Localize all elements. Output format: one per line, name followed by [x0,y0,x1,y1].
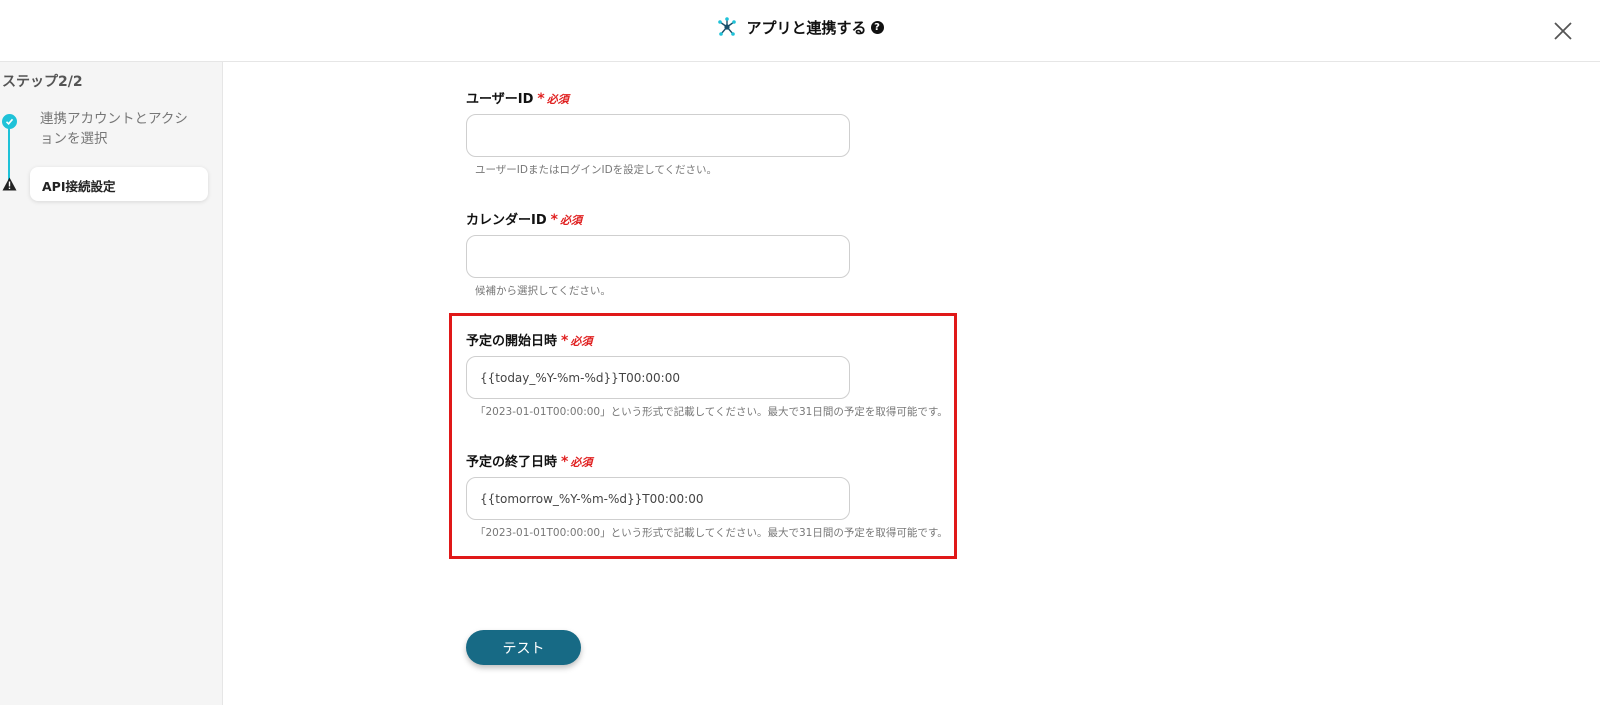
end-datetime-label: 予定の終了日時 * 必須 [466,451,592,470]
user-id-label: ユーザーID * 必須 [466,88,569,107]
required-star: * [537,91,545,107]
test-button[interactable]: テスト [466,630,581,665]
field-label-text: 予定の終了日時 [466,455,558,470]
close-icon [1554,22,1572,40]
required-text: 必須 [570,335,593,348]
step-item-account-action[interactable]: 連携アカウントとアクションを選択 [40,109,200,149]
user-id-help: ユーザーIDまたはログインIDを設定してください。 [475,164,718,176]
required-text: 必須 [570,456,593,469]
step-heading: ステップ2/2 [2,74,83,90]
check-circle-icon [2,114,17,129]
warning-triangle-icon [2,177,17,191]
end-datetime-help: 「2023-01-01T00:00:00」という形式で記載してください。最大で3… [475,527,948,539]
network-nodes-icon [718,17,737,36]
start-datetime-help: 「2023-01-01T00:00:00」という形式で記載してください。最大で3… [475,406,948,418]
close-button[interactable] [1546,14,1580,48]
calendar-id-help: 候補から選択してください。 [475,285,611,297]
user-id-input[interactable] [466,114,850,157]
step-item-api-settings[interactable]: API接続設定 [30,167,208,201]
required-star: * [550,212,558,228]
required-text: 必須 [546,93,569,106]
field-label-text: カレンダーID [466,213,547,228]
field-label-text: ユーザーID [466,92,534,107]
question-circle-icon[interactable]: ? [870,20,884,34]
required-text: 必須 [559,214,582,227]
calendar-id-label: カレンダーID * 必須 [466,209,582,228]
header-title-group: アプリと連携する ? [0,16,1600,38]
field-label-text: 予定の開始日時 [466,334,558,349]
start-datetime-input[interactable] [466,356,850,399]
highlight-box [449,313,957,559]
required-star: * [561,333,569,349]
steps-sidebar: ステップ2/2 連携アカウントとアクションを選択 API接続設定 [0,62,223,705]
required-star: * [561,454,569,470]
modal-title: アプリと連携する [746,18,867,37]
calendar-id-input[interactable] [466,235,850,278]
end-datetime-input[interactable] [466,477,850,520]
modal-header: アプリと連携する ? [0,0,1600,62]
start-datetime-label: 予定の開始日時 * 必須 [466,330,592,349]
step-item-label: API接続設定 [42,179,116,194]
